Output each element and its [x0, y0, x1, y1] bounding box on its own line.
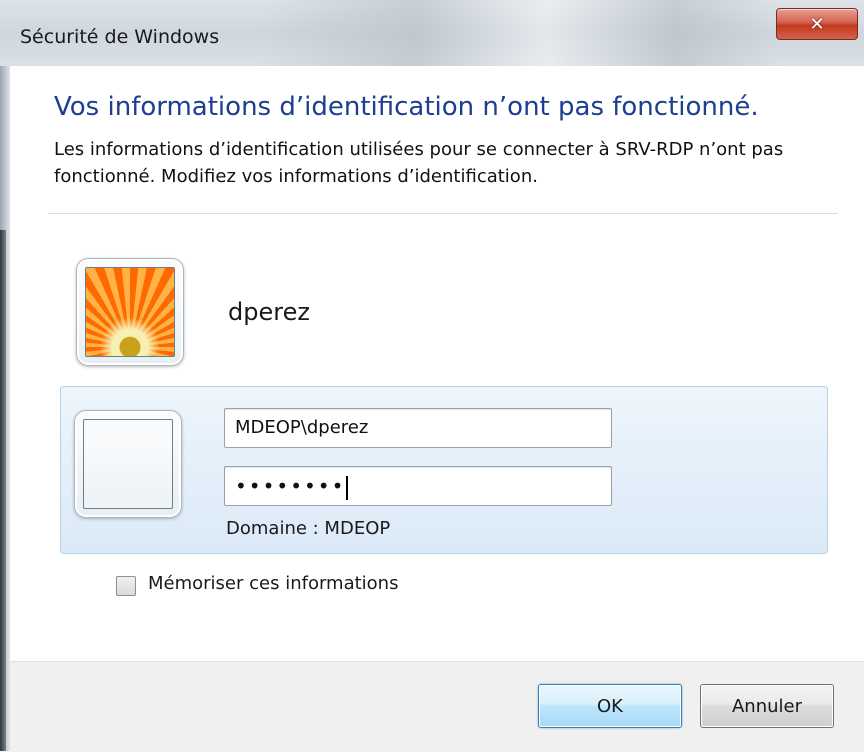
window-title: Sécurité de Windows: [20, 26, 220, 48]
blank-avatar-icon: [83, 419, 173, 509]
password-input[interactable]: ••••••••: [224, 466, 612, 506]
remember-label[interactable]: Mémoriser ces informations: [148, 573, 398, 594]
domain-label: Domaine : MDEOP: [226, 518, 391, 539]
username-input[interactable]: MDEOP\dperez: [224, 408, 612, 448]
cancel-button[interactable]: Annuler: [700, 684, 834, 728]
title-bar-glass: [260, 0, 780, 66]
close-button[interactable]: ✕: [776, 8, 858, 40]
window-edge: [0, 0, 10, 751]
user-tile[interactable]: [76, 258, 184, 366]
flower-avatar-icon: [85, 267, 175, 357]
ok-button[interactable]: OK: [538, 684, 682, 728]
button-bar: OK Annuler: [10, 661, 864, 752]
remember-checkbox[interactable]: [116, 576, 136, 596]
error-heading: Vos informations d’identification n’ont …: [54, 92, 759, 122]
text-cursor: [346, 475, 349, 500]
title-bar[interactable]: Sécurité de Windows ✕: [0, 0, 864, 66]
password-value: ••••••••: [235, 474, 346, 498]
background-window-edge: [0, 230, 6, 751]
username-label: dperez: [228, 298, 310, 326]
error-description: Les informations d’identification utilis…: [54, 139, 784, 187]
divider: [48, 213, 838, 214]
close-icon: ✕: [809, 13, 825, 35]
credential-tile: [74, 410, 182, 518]
dialog-content: Vos informations d’identification n’ont …: [10, 66, 864, 661]
